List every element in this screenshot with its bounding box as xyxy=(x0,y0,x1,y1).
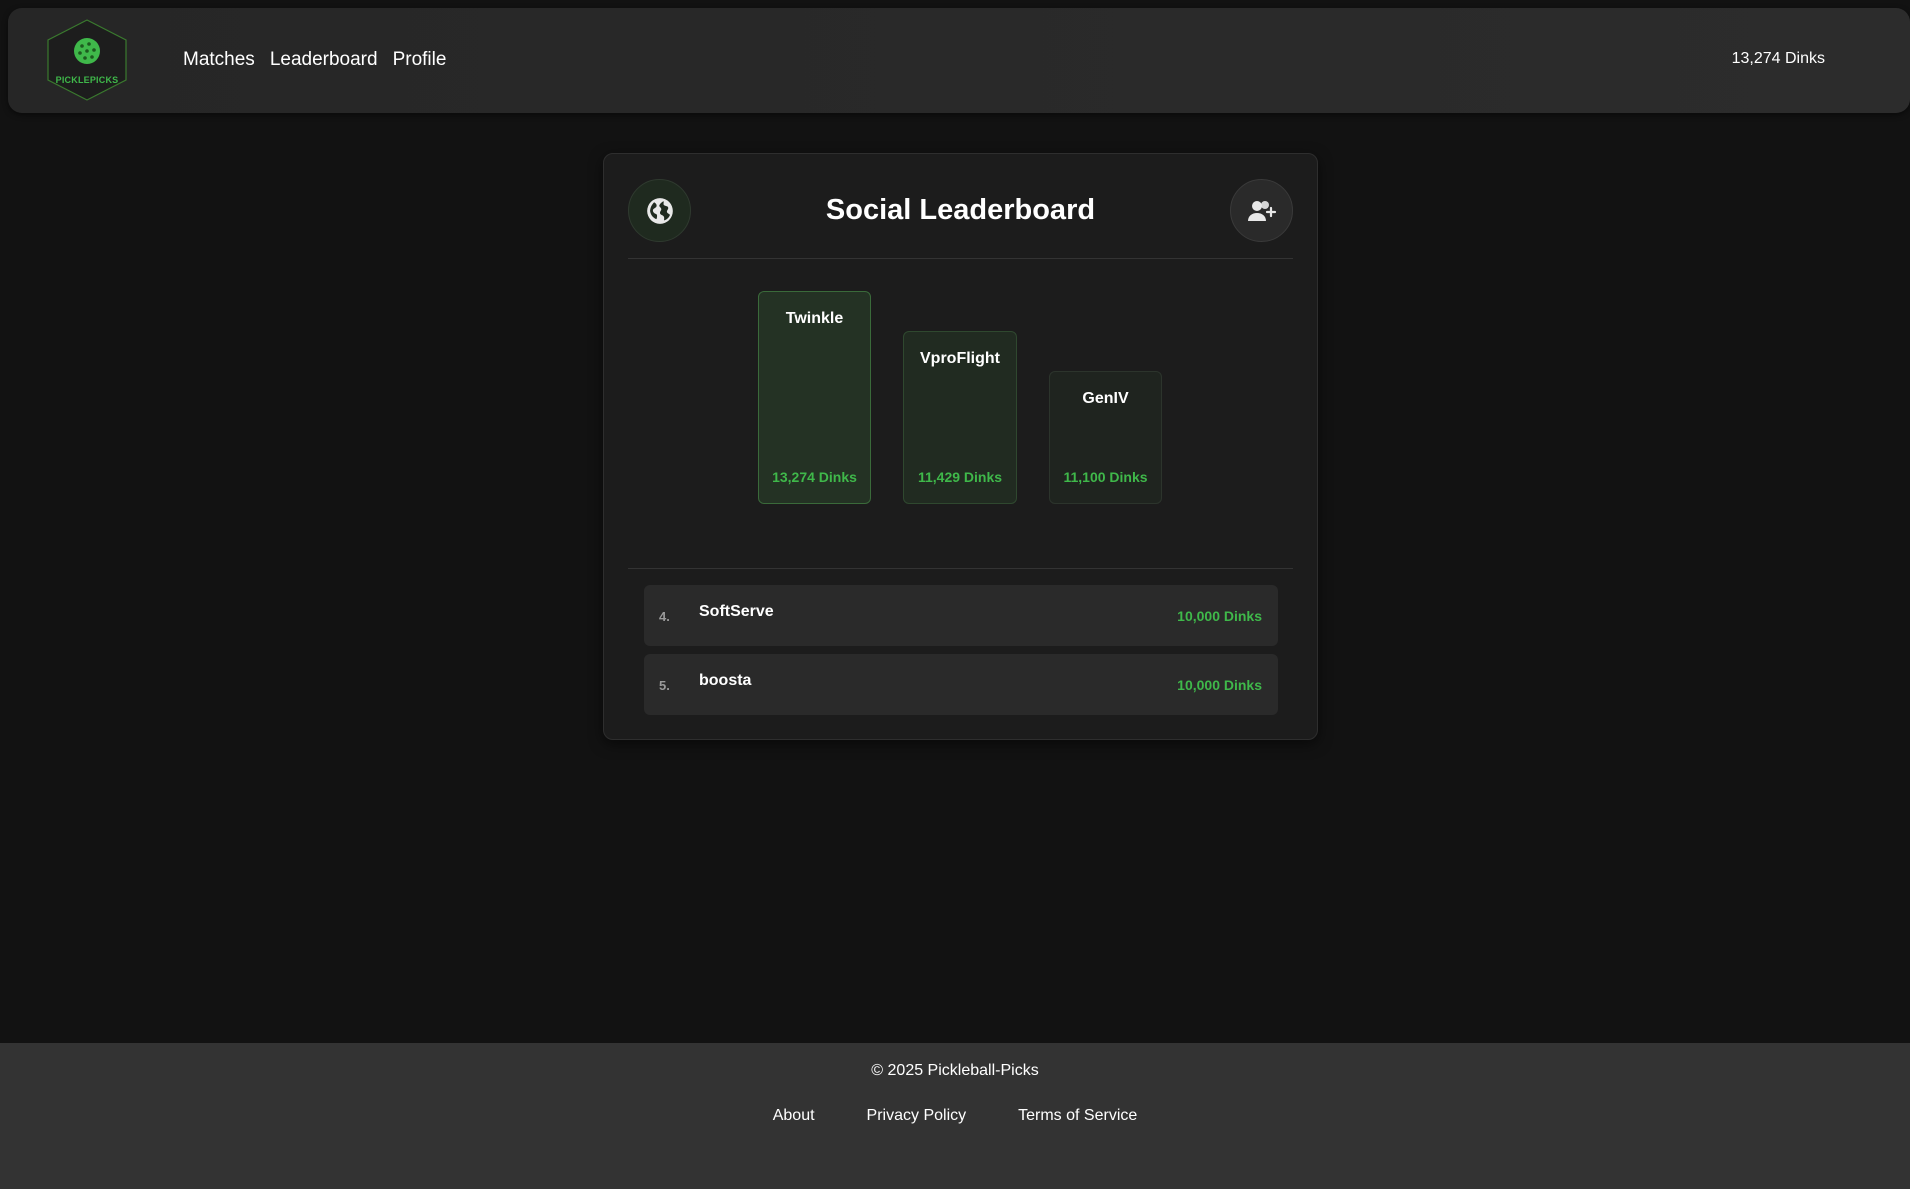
leaderboard-title: Social Leaderboard xyxy=(825,194,1096,226)
podium-divider xyxy=(628,568,1293,569)
podium-score: 11,100 Dinks xyxy=(1063,469,1148,485)
row-rank: 4. xyxy=(659,609,670,624)
leaderboard-row[interactable]: 4. SoftServe 10,000 Dinks xyxy=(644,585,1278,646)
picklepicks-logo[interactable]: PICKLEPICKS xyxy=(44,18,130,102)
podium-score: 11,429 Dinks xyxy=(917,469,1003,485)
podium-name: VproFlight xyxy=(920,350,1000,367)
footer-link-about[interactable]: About xyxy=(773,1107,815,1125)
nav-leaderboard[interactable]: Leaderboard xyxy=(270,48,378,72)
podium-score: 13,274 Dinks xyxy=(772,469,857,485)
nav-matches[interactable]: Matches xyxy=(183,48,255,72)
header-divider xyxy=(628,258,1293,259)
leaderboard-card: Social Leaderboard Twinkle 13,274 Dinks … xyxy=(603,153,1318,740)
row-score: 10,000 Dinks xyxy=(1177,677,1262,693)
row-name: SoftServe xyxy=(699,603,774,620)
main-nav: Matches Leaderboard Profile xyxy=(183,48,446,72)
add-friend-button[interactable] xyxy=(1230,179,1293,242)
top-navbar: PICKLEPICKS Matches Leaderboard Profile … xyxy=(8,8,1910,113)
footer-link-terms[interactable]: Terms of Service xyxy=(1018,1107,1137,1125)
podium-second[interactable]: VproFlight 11,429 Dinks xyxy=(903,331,1017,504)
footer: © 2025 Pickleball-Picks About Privacy Po… xyxy=(0,1043,1910,1189)
row-score: 10,000 Dinks xyxy=(1177,608,1262,624)
row-rank: 5. xyxy=(659,678,670,693)
logo-text: PICKLEPICKS xyxy=(55,75,119,85)
footer-links: About Privacy Policy Terms of Service xyxy=(0,1107,1910,1125)
dinks-balance: 13,274 Dinks xyxy=(1731,50,1825,67)
leaderboard-row[interactable]: 5. boosta 10,000 Dinks xyxy=(644,654,1278,715)
add-friend-icon xyxy=(1247,200,1276,221)
podium-name: Twinkle xyxy=(785,310,844,327)
nav-profile[interactable]: Profile xyxy=(393,48,447,72)
footer-link-privacy[interactable]: Privacy Policy xyxy=(867,1107,967,1125)
row-name: boosta xyxy=(699,672,752,689)
podium-name: GenIV xyxy=(1082,390,1129,407)
logo-hexagon-icon xyxy=(47,19,127,101)
copyright-text: © 2025 Pickleball-Picks xyxy=(871,1062,1039,1079)
podium-first[interactable]: Twinkle 13,274 Dinks xyxy=(758,291,871,504)
podium-third[interactable]: GenIV 11,100 Dinks xyxy=(1049,371,1162,504)
